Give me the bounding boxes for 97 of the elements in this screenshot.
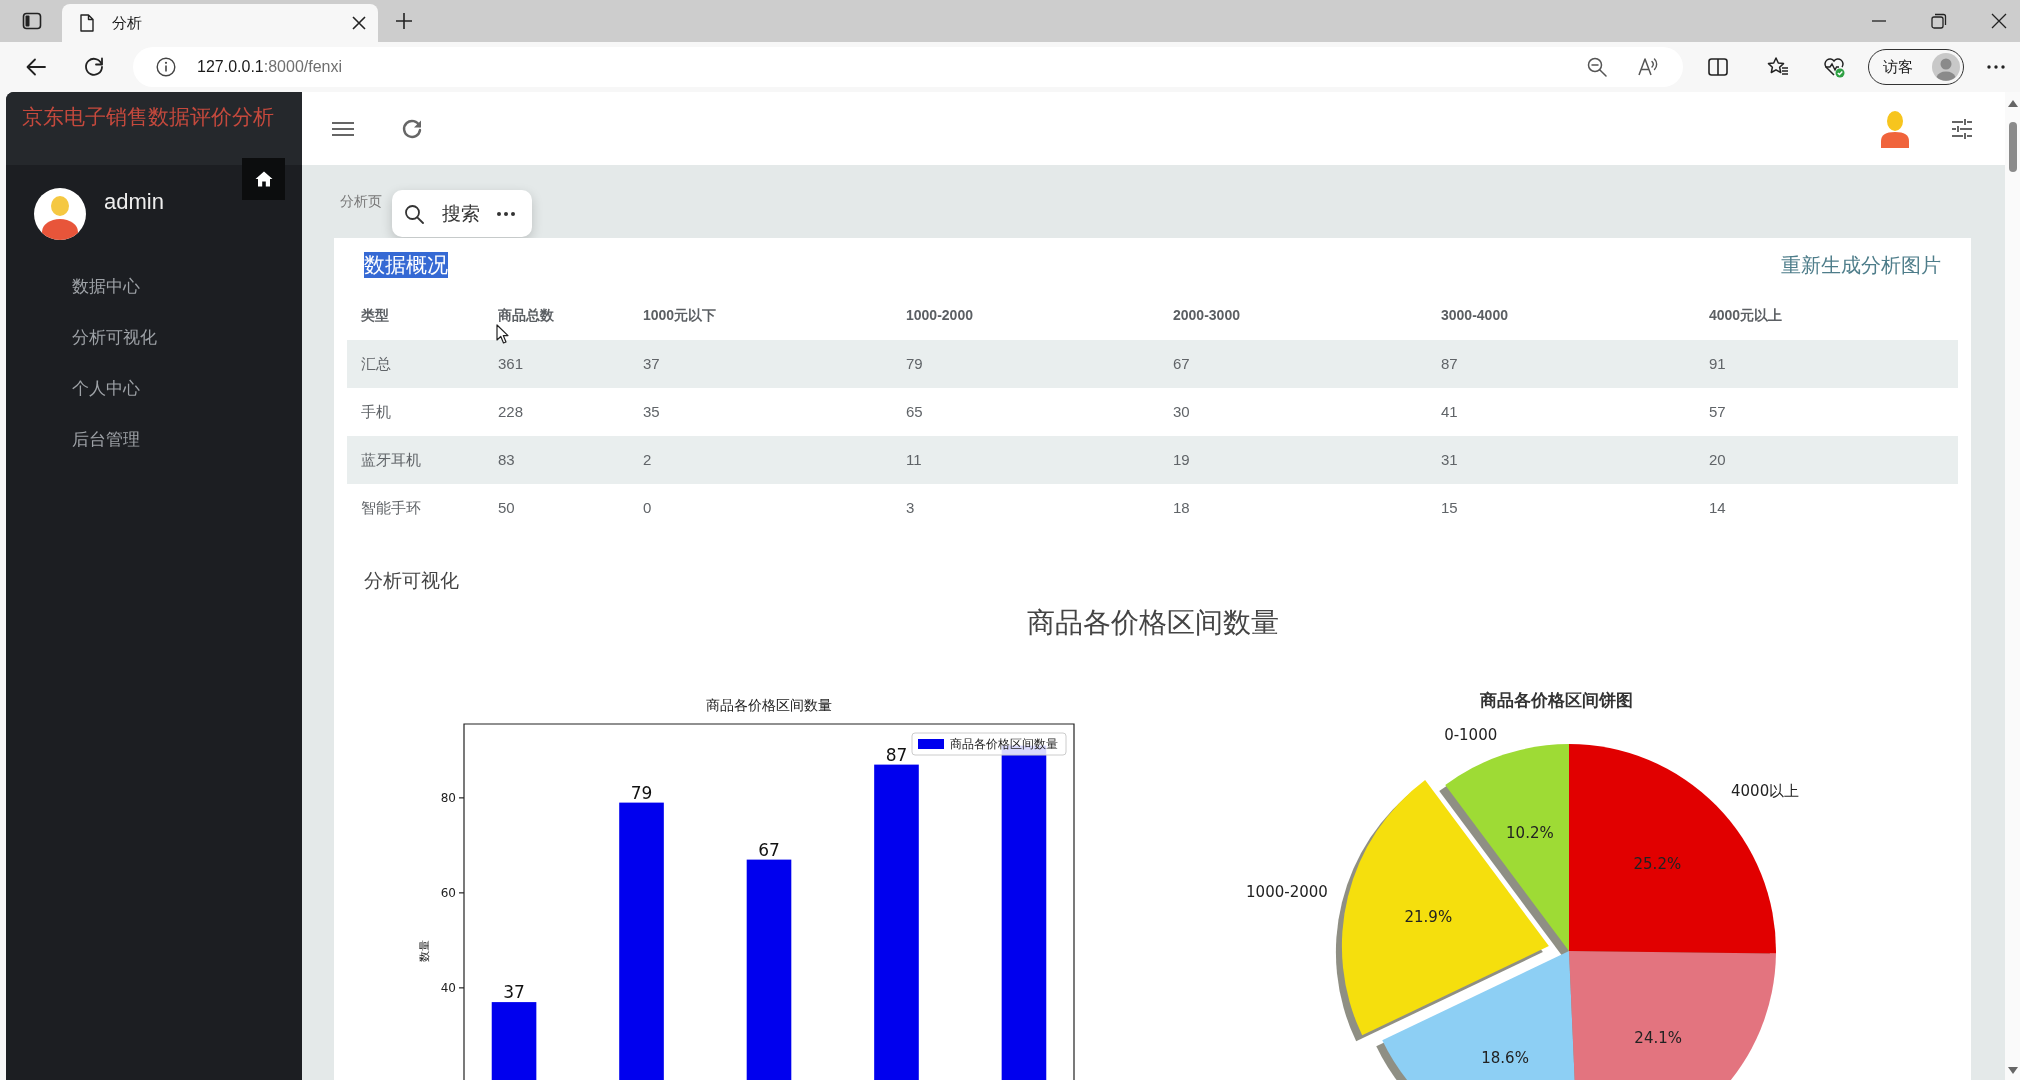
table-cell: 20	[1695, 436, 1958, 484]
bar-value-label: 67	[758, 839, 780, 860]
bar-value-label: 87	[885, 744, 908, 765]
slice-label: 4000以上	[1731, 782, 1800, 801]
table-cell: 79	[892, 340, 1159, 388]
table-cell: 91	[1695, 340, 1958, 388]
bar-value-label: 79	[630, 782, 653, 803]
table-cell-text: 30	[1172, 402, 1191, 422]
table-cell: 2	[629, 436, 892, 484]
chart-title: 商品各价格区间饼图	[1479, 690, 1633, 710]
table-cell-text: 18	[1172, 498, 1191, 518]
menu-item[interactable]: 后台管理	[6, 414, 302, 465]
close-icon[interactable]	[1991, 13, 2007, 29]
table-cell-text: 3	[905, 498, 916, 518]
user-name: admin	[104, 188, 164, 216]
column-header: 4000元以上	[1709, 307, 1783, 323]
bar-value-label: 37	[503, 982, 525, 1003]
column-header: 商品总数	[498, 307, 554, 323]
table-cell-text: 41	[1440, 402, 1459, 422]
more-icon[interactable]	[496, 210, 516, 217]
table-cell: 31	[1427, 436, 1695, 484]
info-icon[interactable]	[156, 57, 176, 77]
slice-percent-label: 10.2%	[1506, 824, 1554, 843]
table-cell: 11	[892, 436, 1159, 484]
table-cell: 87	[1427, 340, 1695, 388]
chart-heading: 商品各价格区间数量	[1025, 606, 1280, 640]
table-cell-text: 手机	[360, 402, 392, 422]
slice-percent-label: 25.2%	[1633, 855, 1682, 873]
table-cell-text: 50	[497, 498, 516, 518]
mouse-pointer-icon	[496, 324, 509, 344]
section-title: 分析可视化	[364, 569, 460, 593]
table-cell-text: 0	[642, 498, 653, 518]
close-tab-icon[interactable]	[352, 16, 366, 30]
table-cell: 361	[484, 340, 629, 388]
breadcrumb: 分析页	[340, 192, 382, 211]
table-cell: 83	[484, 436, 629, 484]
table-cell-text: 57	[1708, 402, 1727, 422]
back-icon[interactable]	[25, 56, 47, 78]
read-aloud-icon[interactable]	[1637, 56, 1659, 78]
browser-tab[interactable]: 分析	[62, 4, 378, 42]
split-screen-icon[interactable]	[1707, 56, 1729, 78]
column-header: 1000-2000	[906, 307, 973, 323]
column-header: 3000-4000	[1441, 307, 1508, 323]
slice-percent-label: 21.9%	[1404, 907, 1453, 926]
reload-icon[interactable]	[83, 56, 105, 78]
zoom-out-icon[interactable]	[1587, 57, 1607, 77]
chart-title: 商品各价格区间数量	[706, 697, 832, 713]
scroll-down-icon[interactable]	[2007, 1067, 2018, 1074]
user-icon[interactable]	[1880, 109, 1910, 148]
regenerate-link[interactable]: 重新生成分析图片	[1781, 251, 1941, 279]
axis-tick-label: 80	[440, 791, 456, 806]
slice-percent-label: 24.1%	[1634, 1028, 1682, 1047]
axis-tick-label: 40	[440, 981, 456, 996]
address-bar[interactable]: 127.0.0.1:8000/fenxi	[133, 47, 1683, 87]
app-title: 京东电子销售数据评价分析	[22, 105, 274, 128]
scrollbar-thumb[interactable]	[2008, 122, 2017, 172]
table-cell: 67	[1159, 340, 1427, 388]
axis-label: 数量	[418, 940, 431, 962]
search-label[interactable]: 搜索	[442, 200, 480, 227]
avatar-icon	[34, 188, 86, 240]
legend-label: 商品各价格区间数量	[950, 737, 1058, 752]
menu-item[interactable]: 个人中心	[6, 363, 302, 414]
avatar-icon	[1932, 53, 1960, 81]
slice-percent-label: 18.6%	[1481, 1048, 1529, 1067]
table-cell-text: 14	[1708, 498, 1727, 518]
column-header: 类型	[361, 307, 389, 323]
column-header: 1000元以下	[643, 307, 717, 323]
refresh-icon[interactable]	[401, 117, 423, 140]
slice-label: 1000-2000	[1246, 882, 1328, 901]
sidebar-toggle-icon[interactable]	[22, 11, 42, 31]
table-cell: 37	[629, 340, 892, 388]
search-icon[interactable]	[404, 203, 424, 224]
table-cell-text: 65	[905, 402, 924, 422]
section-title: 数据概况	[364, 252, 448, 278]
table-cell: 19	[1159, 436, 1427, 484]
home-button[interactable]	[242, 158, 285, 200]
column-header: 2000-3000	[1173, 307, 1240, 323]
page-icon	[80, 14, 94, 32]
settings-sliders-icon[interactable]	[1951, 117, 1973, 140]
new-tab-icon[interactable]	[395, 12, 413, 30]
axis-tick-label: 60	[440, 886, 456, 901]
table-cell-text: 15	[1440, 498, 1459, 518]
table-cell-text: 智能手环	[360, 498, 422, 518]
health-icon[interactable]	[1823, 56, 1845, 78]
table-cell-text: 35	[642, 402, 661, 422]
favorites-icon[interactable]	[1767, 56, 1789, 78]
table-cell: 汇总	[347, 340, 484, 388]
url-text[interactable]: 127.0.0.1:8000/fenxi	[197, 58, 342, 76]
menu-item[interactable]: 数据中心	[6, 261, 302, 312]
profile-button[interactable]: 访客	[1868, 49, 1964, 85]
menu-item[interactable]: 分析可视化	[6, 312, 302, 363]
table-cell-text: 228	[497, 402, 525, 422]
scroll-up-icon[interactable]	[2007, 100, 2018, 107]
home-icon	[254, 171, 273, 187]
restore-icon[interactable]	[1931, 13, 1947, 29]
table-cell: 蓝牙耳机	[347, 436, 484, 484]
slice-label: 0-1000	[1444, 726, 1498, 745]
